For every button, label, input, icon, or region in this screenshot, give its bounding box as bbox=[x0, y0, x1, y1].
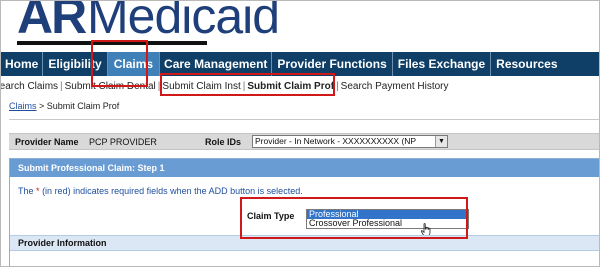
provider-bar: Provider Name PCP PROVIDER Role IDs Prov… bbox=[9, 133, 599, 150]
provider-information-header: Provider Information bbox=[10, 235, 599, 251]
main-nav: Home Eligibility Claims Care Management … bbox=[1, 52, 599, 76]
nav-provider-functions[interactable]: Provider Functions bbox=[272, 52, 393, 76]
subnav-separator: | bbox=[157, 80, 161, 92]
browser-frame: AR Medicaid Home Eligibility Claims Care… bbox=[0, 0, 600, 267]
required-fields-note: The * (in red) indicates required fields… bbox=[18, 186, 303, 196]
subnav-submit-claim-dental[interactable]: Submit Claim Dental bbox=[65, 81, 156, 92]
subnav-submit-claim-inst[interactable]: Submit Claim Inst bbox=[162, 81, 240, 92]
nav-care-management[interactable]: Care Management bbox=[160, 52, 273, 76]
nav-claims[interactable]: Claims bbox=[107, 52, 161, 76]
nav-eligibility[interactable]: Eligibility bbox=[43, 52, 108, 76]
required-asterisk: * bbox=[36, 186, 40, 196]
logo-ar: AR bbox=[17, 1, 87, 44]
subnav-separator: | bbox=[60, 80, 63, 92]
breadcrumb-separator: > bbox=[36, 101, 47, 111]
nav-resources[interactable]: Resources bbox=[491, 52, 562, 76]
breadcrumb-claims-link[interactable]: Claims bbox=[9, 101, 37, 111]
nav-home[interactable]: Home bbox=[1, 52, 44, 76]
subnav-separator: | bbox=[242, 80, 246, 92]
claim-type-listbox[interactable]: Professional Crossover Professional bbox=[306, 209, 469, 229]
chevron-down-icon[interactable]: ▼ bbox=[435, 136, 447, 147]
subnav-search-claims[interactable]: Search Claims bbox=[1, 81, 58, 92]
subnav-search-payment-history[interactable]: Search Payment History bbox=[341, 81, 449, 92]
role-ids-select[interactable]: Provider - In Network - XXXXXXXXXX (NP ▼ bbox=[252, 135, 448, 148]
logo-underline bbox=[17, 41, 207, 45]
divider bbox=[9, 119, 599, 120]
note-suffix: (in red) indicates required fields when … bbox=[42, 186, 303, 196]
note-prefix: The bbox=[18, 186, 34, 196]
claim-type-label: Claim Type bbox=[247, 211, 295, 221]
provider-name-value: PCP PROVIDER bbox=[89, 137, 157, 147]
claims-subnav: Search Claims | Submit Claim Dental | Su… bbox=[1, 79, 599, 93]
panel-title: Submit Professional Claim: Step 1 bbox=[10, 159, 599, 177]
breadcrumb-current: Submit Claim Prof bbox=[46, 101, 120, 111]
role-ids-label: Role IDs bbox=[205, 137, 242, 147]
role-ids-value: Provider - In Network - XXXXXXXXXX (NP bbox=[255, 136, 417, 146]
subnav-submit-claim-prof[interactable]: Submit Claim Prof bbox=[247, 81, 334, 92]
submit-claim-panel: Submit Professional Claim: Step 1 The * … bbox=[9, 158, 599, 266]
provider-name-label: Provider Name bbox=[15, 137, 79, 147]
breadcrumb: Claims > Submit Claim Prof bbox=[9, 101, 119, 111]
claim-type-option-crossover-professional[interactable]: Crossover Professional bbox=[307, 219, 468, 228]
nav-files-exchange[interactable]: Files Exchange bbox=[393, 52, 492, 76]
logo-medicaid: Medicaid bbox=[87, 1, 280, 44]
subnav-separator: | bbox=[336, 80, 339, 92]
armedicaid-logo: AR Medicaid bbox=[1, 1, 301, 47]
